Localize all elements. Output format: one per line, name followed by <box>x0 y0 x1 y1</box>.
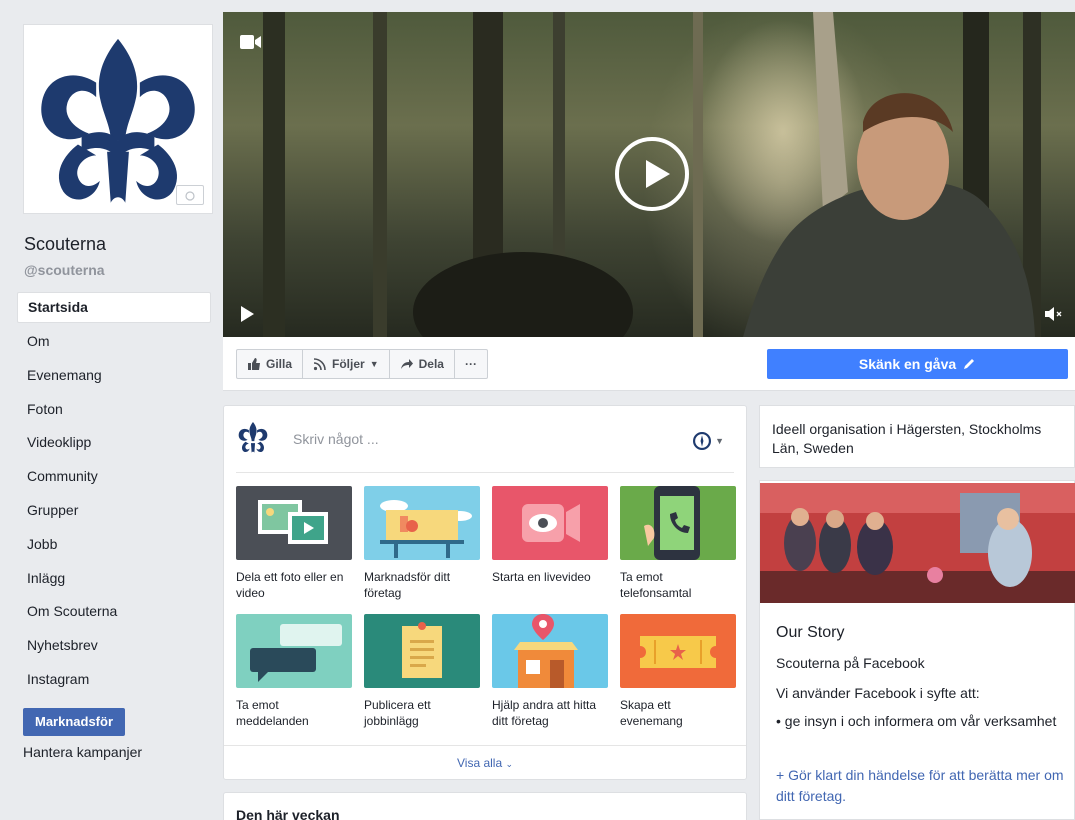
more-label: ··· <box>464 357 477 371</box>
share-label: Dela <box>418 357 444 371</box>
post-as-selector[interactable]: ▼ <box>693 432 724 450</box>
page-category-location[interactable]: Ideell organisation i Hägersten, Stockho… <box>772 420 1072 458</box>
follow-button[interactable]: Följer ▼ <box>303 350 390 378</box>
story-complete-link[interactable]: + Gör klart din händelse för att berätta… <box>776 765 1066 807</box>
nav-item-evenemang[interactable]: Evenemang <box>17 359 211 393</box>
camera-icon[interactable] <box>176 185 204 205</box>
tile-label: Hjälp andra att hitta ditt företag <box>492 698 597 728</box>
this-week-card: Den här veckan <box>223 792 747 820</box>
nav-item-foton[interactable]: Foton <box>17 393 211 427</box>
about-card: Ideell organisation i Hägersten, Stockho… <box>759 405 1075 468</box>
thumbs-up-icon <box>248 358 260 370</box>
tile-label: Dela ett foto eller en video <box>236 570 344 600</box>
more-options-button[interactable]: ··· <box>455 350 487 378</box>
page-nav: Startsida Om Evenemang Foton Videoklipp … <box>17 292 211 697</box>
page-action-bar: Gilla Följer ▼ Dela ··· Skänk en gåva <box>223 337 1075 391</box>
story-photo <box>760 483 1075 603</box>
chevron-down-icon: ⌄ <box>505 759 514 769</box>
donate-label: Skänk en gåva <box>858 356 957 372</box>
play-icon[interactable] <box>615 137 689 211</box>
story-text: Vi använder Facebook i syfte att: <box>776 685 980 701</box>
tile-label: Marknadsför ditt företag <box>364 570 451 600</box>
tile-publish-job[interactable]: Publicera ett jobbinlägg <box>364 614 480 729</box>
manage-campaigns-link[interactable]: Hantera kampanjer <box>23 744 142 760</box>
live-video-icon <box>522 504 580 542</box>
job-post-icon <box>402 622 442 678</box>
story-card[interactable]: Our Story Scouterna på Facebook Vi använ… <box>759 480 1075 820</box>
photo-video-icon <box>258 500 328 544</box>
show-all-link[interactable]: Visa alla ⌄ <box>224 756 746 770</box>
tile-label: Skapa ett evenemang <box>620 698 683 728</box>
show-all-label: Visa alla <box>456 756 503 770</box>
like-label: Gilla <box>266 357 293 371</box>
nav-item-nyhetsbrev[interactable]: Nyhetsbrev <box>17 629 211 663</box>
nav-item-om[interactable]: Om <box>17 325 211 359</box>
promote-button[interactable]: Marknadsför <box>23 708 125 736</box>
post-composer: Skriv något ... ▼ Dela ett foto eller en… <box>223 405 747 780</box>
nav-item-instagram[interactable]: Instagram <box>17 663 211 697</box>
store-location-icon <box>514 614 578 688</box>
donate-button[interactable]: Skänk en gåva <box>767 349 1068 379</box>
nav-item-grupper[interactable]: Grupper <box>17 494 211 528</box>
pencil-icon <box>964 359 975 369</box>
story-title: Our Story <box>776 624 845 641</box>
event-ticket-icon <box>640 636 716 668</box>
nav-item-community[interactable]: Community <box>17 460 211 494</box>
share-button[interactable]: Dela <box>390 350 455 378</box>
composer-input[interactable]: Skriv något ... <box>293 431 379 447</box>
divider <box>224 745 746 746</box>
page-handle[interactable]: @scouterna <box>24 262 105 278</box>
profile-picture[interactable] <box>23 24 213 214</box>
cover-video[interactable] <box>223 12 1075 337</box>
this-week-title: Den här veckan <box>236 807 340 820</box>
tile-share-photo-video[interactable]: Dela ett foto eller en video <box>236 486 352 601</box>
scout-lily-logo <box>41 38 195 203</box>
tile-receive-messages[interactable]: Ta emot meddelanden <box>236 614 352 729</box>
page-name[interactable]: Scouterna <box>24 234 106 255</box>
tile-create-event[interactable]: Skapa ett evenemang <box>620 614 736 729</box>
story-text: • ge insyn i och informera om vår verksa… <box>776 713 1057 729</box>
small-play-icon[interactable] <box>241 306 254 322</box>
tile-start-live-video[interactable]: Starta en livevideo <box>492 486 608 585</box>
nav-item-inlagg[interactable]: Inlägg <box>17 562 211 596</box>
tile-label: Publicera ett jobbinlägg <box>364 698 431 728</box>
tile-label: Ta emot meddelanden <box>236 698 309 728</box>
messages-icon <box>250 624 342 682</box>
tile-promote-business[interactable]: Marknadsför ditt företag <box>364 486 480 601</box>
page-avatar-small <box>693 432 712 450</box>
tile-label: Starta en livevideo <box>492 570 591 584</box>
tile-receive-calls[interactable]: Ta emot telefonsamtal <box>620 486 736 601</box>
rss-icon <box>313 358 326 371</box>
caret-down-icon: ▼ <box>715 436 724 446</box>
follow-label: Följer <box>332 357 365 371</box>
tile-help-find-business[interactable]: Hjälp andra att hitta ditt företag <box>492 614 608 729</box>
divider <box>236 472 734 473</box>
tile-label: Ta emot telefonsamtal <box>620 570 692 600</box>
page-avatar <box>238 422 268 453</box>
share-arrow-icon <box>400 359 413 369</box>
nav-item-videoklipp[interactable]: Videoklipp <box>17 426 211 460</box>
phone-call-icon <box>644 486 700 560</box>
nav-item-om-scouterna[interactable]: Om Scouterna <box>17 595 211 629</box>
nav-item-startsida[interactable]: Startsida <box>17 292 211 323</box>
caret-down-icon: ▼ <box>369 359 379 369</box>
like-button[interactable]: Gilla <box>237 350 304 378</box>
page-action-group: Gilla Följer ▼ Dela ··· <box>236 349 488 379</box>
story-text: Scouterna på Facebook <box>776 655 925 671</box>
video-camera-icon <box>240 35 261 49</box>
billboard-icon <box>380 500 472 558</box>
nav-item-jobb[interactable]: Jobb <box>17 528 211 562</box>
speaker-muted-icon[interactable] <box>1043 304 1063 324</box>
